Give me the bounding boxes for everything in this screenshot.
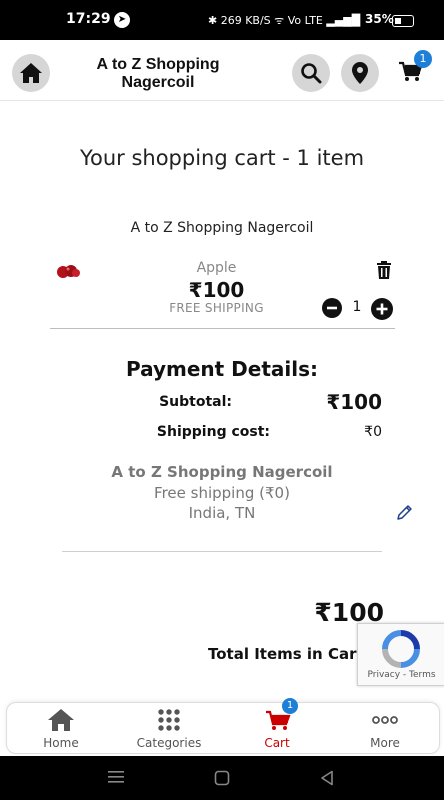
- product-name[interactable]: Apple: [120, 260, 313, 276]
- nav-item-more[interactable]: More: [331, 703, 439, 753]
- seller-name: A to Z Shopping Nagercoil: [130, 220, 314, 236]
- minus-circle-icon: [322, 298, 342, 318]
- product-shipping: FREE SHIPPING: [169, 301, 264, 315]
- location-pin-icon: [352, 62, 368, 84]
- quantity-value: 1: [352, 299, 362, 315]
- system-home-icon[interactable]: [214, 770, 230, 786]
- status-bar: 17:29 ➤ ✱ 269 KB/S ᯤ Vo LTE ▂▄▆█ 35%: [0, 0, 444, 40]
- recaptcha-links[interactable]: Privacy - Terms: [358, 670, 444, 680]
- decrease-quantity-button[interactable]: [322, 298, 342, 318]
- pencil-icon: [397, 505, 412, 520]
- shipping-cost-label: Shipping cost:: [156, 424, 270, 440]
- address-location: India, TN: [188, 504, 256, 522]
- divider: [50, 328, 395, 329]
- bottom-navigation: Home Categories 1 Cart More: [6, 698, 440, 754]
- back-icon[interactable]: [320, 770, 334, 786]
- system-indicators: ✱ 269 KB/S ᯤ Vo LTE ▂▄▆█: [208, 14, 361, 27]
- recaptcha-icon: [382, 630, 420, 668]
- battery-percent: 35%: [365, 12, 394, 26]
- home-icon: [20, 63, 42, 83]
- nav-item-home[interactable]: Home: [7, 703, 115, 753]
- product-image[interactable]: [54, 260, 82, 280]
- divider: [62, 551, 382, 552]
- search-button[interactable]: [292, 54, 330, 92]
- nav-item-cart[interactable]: 1 Cart: [223, 698, 331, 753]
- product-price: ₹100: [188, 278, 245, 302]
- nav-label-more: More: [370, 736, 400, 750]
- payment-details-title: Payment Details:: [125, 357, 319, 381]
- edit-address-button[interactable]: [396, 503, 414, 521]
- remove-item-button[interactable]: [374, 260, 394, 280]
- system-navigation-bar: [0, 756, 444, 800]
- plus-circle-icon: [371, 298, 393, 320]
- address-shipping: Free shipping (₹0): [154, 484, 290, 502]
- app-header: A to Z Shopping Nagercoil 1: [0, 40, 444, 101]
- nav-item-categories[interactable]: Categories: [115, 703, 223, 753]
- address-name: A to Z Shopping Nagercoil: [111, 463, 333, 481]
- location-button[interactable]: [341, 54, 379, 92]
- header-cart-button[interactable]: 1: [392, 50, 432, 90]
- recaptcha-badge[interactable]: Privacy - Terms: [357, 623, 444, 686]
- trash-icon: [377, 261, 391, 279]
- grid-icon: [158, 709, 180, 731]
- cart-count-badge: 1: [414, 50, 432, 68]
- navigation-indicator-icon: ➤: [114, 12, 130, 28]
- nav-label-categories: Categories: [136, 736, 202, 750]
- recent-apps-icon[interactable]: [107, 770, 125, 784]
- search-icon: [301, 63, 322, 84]
- apple-image-icon: [57, 265, 80, 278]
- nav-label-cart: Cart: [264, 736, 290, 750]
- subtotal-label: Subtotal:: [159, 394, 232, 410]
- increase-quantity-button[interactable]: [371, 298, 393, 320]
- more-icon: [372, 716, 398, 724]
- shipping-cost-value: ₹0: [364, 424, 382, 440]
- cart-heading: Your shopping cart - 1 item: [79, 146, 365, 170]
- nav-label-home: Home: [43, 736, 79, 750]
- battery-icon: [392, 15, 414, 27]
- subtotal-value: ₹100: [326, 390, 382, 414]
- nav-cart-badge: 1: [282, 698, 298, 714]
- home-button[interactable]: [12, 54, 50, 92]
- status-time: 17:29: [66, 11, 111, 27]
- total-items-label: Total Items in Car: [208, 645, 357, 663]
- store-title: A to Z Shopping Nagercoil: [96, 56, 220, 91]
- home-icon: [48, 709, 74, 731]
